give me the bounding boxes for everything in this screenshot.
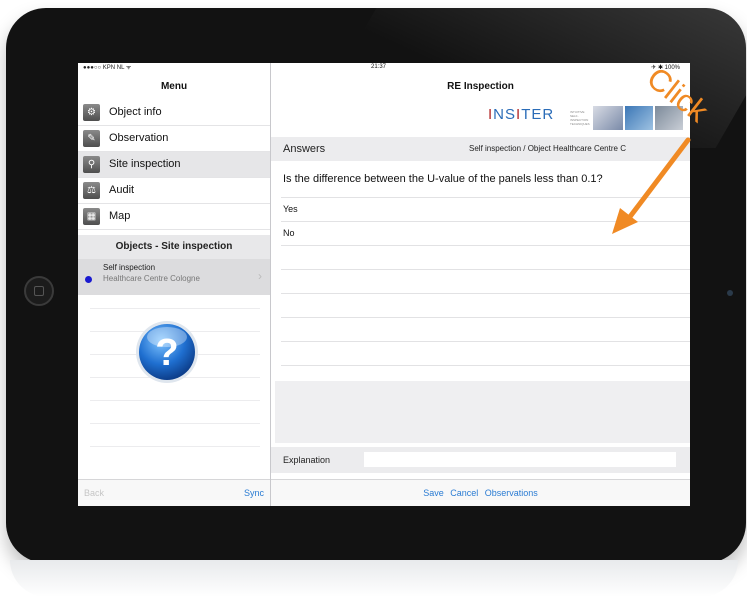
map-icon: ▦	[83, 208, 100, 225]
help-icon[interactable]: ?	[134, 319, 200, 385]
arrow-icon	[612, 137, 691, 234]
explanation-row: Explanation	[271, 447, 690, 473]
menu-list: ⚙ Object info ✎ Observation ⚲ Site inspe…	[78, 100, 270, 230]
logo-tagline: INTUITIVE SELF-INSPECTION TECHNIQUES	[570, 110, 590, 126]
sidebar-toolbar: Back Sync	[78, 479, 270, 506]
stamp-icon: ⚖	[83, 182, 100, 199]
separator	[90, 308, 260, 309]
magnifier-icon: ⚲	[83, 156, 100, 173]
empty-row	[281, 269, 690, 293]
objects-section-title: Objects - Site inspection	[78, 235, 270, 259]
status-bar-left: ●●●○○ KPN NL ᯤ	[78, 63, 270, 73]
blank-panel	[275, 381, 690, 443]
object-info-icon: ⚙	[83, 104, 100, 121]
menu-item-label: Observation	[109, 132, 169, 144]
screen: ●●●○○ KPN NL ᯤ Menu ⚙ Object info ✎ Obse…	[78, 63, 690, 506]
separator	[90, 423, 260, 424]
menu-title: Menu	[160, 81, 188, 92]
sidebar: ●●●○○ KPN NL ᯤ Menu ⚙ Object info ✎ Obse…	[78, 63, 271, 506]
cancel-button[interactable]: Cancel	[450, 488, 478, 498]
status-time: 21:37	[371, 64, 387, 70]
camera	[727, 290, 733, 296]
menu-item-object-info[interactable]: ⚙ Object info	[78, 100, 270, 126]
empty-row	[281, 245, 690, 269]
svg-text:?: ?	[155, 332, 178, 374]
home-button[interactable]	[24, 276, 54, 306]
logo-image-people	[593, 106, 623, 130]
object-title: Self inspection	[103, 263, 156, 272]
explanation-label: Explanation	[283, 455, 331, 465]
status-dot-icon	[85, 276, 92, 283]
insiter-logo: INSITER INTUITIVE SELF-INSPECTION TECHNI…	[486, 103, 686, 131]
reflection	[10, 560, 738, 597]
menu-item-label: Audit	[109, 184, 135, 196]
carrier-label: ●●●○○ KPN NL ᯤ	[83, 65, 132, 71]
back-button[interactable]: Back	[84, 480, 104, 506]
object-list-item[interactable]: Self inspection Healthcare Centre Cologn…	[78, 259, 270, 295]
detail-toolbar: Save Cancel Observations	[271, 479, 690, 506]
empty-row	[281, 341, 690, 365]
observations-button[interactable]: Observations	[485, 488, 538, 498]
sync-button[interactable]: Sync	[244, 480, 264, 506]
explanation-field[interactable]	[364, 452, 676, 467]
save-button[interactable]: Save	[423, 488, 444, 498]
question-text: Is the difference between the U-value of…	[283, 173, 603, 185]
separator	[90, 446, 260, 447]
logo-text: INSITER	[488, 106, 555, 123]
empty-row	[281, 293, 690, 317]
answers-label: Answers	[283, 143, 326, 155]
menu-item-label: Object info	[109, 106, 162, 118]
logo-image-building	[625, 106, 653, 130]
menu-item-label: Map	[109, 210, 131, 222]
menu-item-label: Site inspection	[109, 158, 181, 170]
pencil-icon: ✎	[83, 130, 100, 147]
menu-item-observation[interactable]: ✎ Observation	[78, 126, 270, 152]
menu-item-audit[interactable]: ⚖ Audit	[78, 178, 270, 204]
chevron-right-icon: ›	[258, 269, 262, 283]
object-subtitle: Healthcare Centre Cologne	[103, 274, 200, 283]
empty-row	[281, 317, 690, 341]
separator	[90, 400, 260, 401]
page-title: RE Inspection	[447, 81, 514, 92]
menu-item-site-inspection[interactable]: ⚲ Site inspection	[78, 152, 270, 178]
menu-item-map[interactable]: ▦ Map	[78, 204, 270, 230]
